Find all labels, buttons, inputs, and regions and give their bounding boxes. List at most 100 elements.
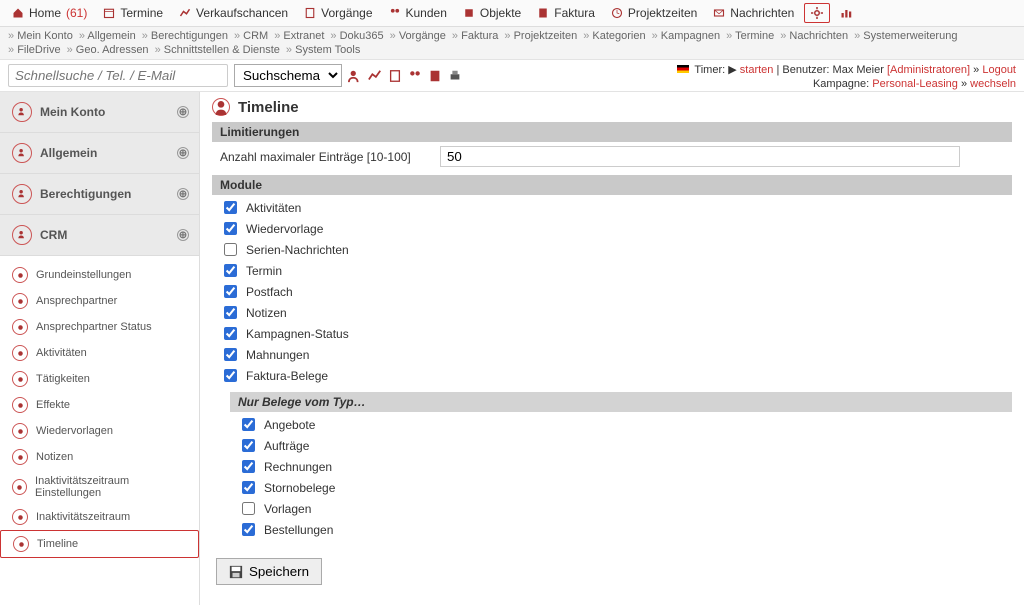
breadcrumb-item[interactable]: FileDrive bbox=[8, 44, 61, 56]
sidebar: Mein Konto⊕Allgemein⊕Berechtigungen⊕CRM⊕… bbox=[0, 92, 200, 605]
sidebar-item-inaktivitätszeitraum-einstellungen[interactable]: Inaktivitätszeitraum Einstellungen bbox=[0, 470, 199, 504]
sidebar-item-wiedervorlagen[interactable]: Wiedervorlagen bbox=[0, 418, 199, 444]
quicksearch-input[interactable] bbox=[8, 64, 228, 87]
beleg-checkbox[interactable] bbox=[242, 418, 255, 431]
beleg-row: Angebote bbox=[238, 414, 1004, 435]
nav-count: (61) bbox=[66, 6, 87, 20]
nav-nachrichten[interactable]: Nachrichten bbox=[707, 3, 800, 23]
beleg-label: Angebote bbox=[264, 418, 315, 432]
main-content: Timeline Limitierungen Anzahl maximaler … bbox=[200, 92, 1024, 605]
nav-verkaufschancen[interactable]: Verkaufschancen bbox=[173, 3, 294, 23]
breadcrumb-item[interactable]: Berechtigungen bbox=[142, 30, 228, 42]
nav-vorgänge[interactable]: Vorgänge bbox=[298, 3, 378, 23]
kampagne-link[interactable]: Personal-Leasing bbox=[872, 78, 958, 90]
beleg-checkbox[interactable] bbox=[242, 481, 255, 494]
doc-icon[interactable] bbox=[428, 69, 442, 83]
module-row: Kampagnen-Status bbox=[220, 323, 1004, 344]
module-checkbox[interactable] bbox=[224, 306, 237, 319]
sidebar-item-effekte[interactable]: Effekte bbox=[0, 392, 199, 418]
save-button[interactable]: Speichern bbox=[216, 558, 322, 585]
breadcrumb-item[interactable]: System Tools bbox=[286, 44, 360, 56]
sidebar-group-berechtigungen[interactable]: Berechtigungen⊕ bbox=[0, 174, 199, 215]
wechseln-link[interactable]: wechseln bbox=[970, 78, 1016, 90]
beleg-row: Bestellungen bbox=[238, 519, 1004, 540]
sidebar-item-tätigkeiten[interactable]: Tätigkeiten bbox=[0, 366, 199, 392]
sidebar-item-aktivitäten[interactable]: Aktivitäten bbox=[0, 340, 199, 366]
dot-icon bbox=[15, 483, 24, 492]
module-checkbox[interactable] bbox=[224, 222, 237, 235]
sidebar-item-label: Ansprechpartner Status bbox=[36, 321, 152, 333]
breadcrumb-item[interactable]: Nachrichten bbox=[780, 30, 848, 42]
sidebar-item-notizen[interactable]: Notizen bbox=[0, 444, 199, 470]
user-add-icon[interactable] bbox=[348, 69, 362, 83]
nav-faktura[interactable]: Faktura bbox=[531, 3, 601, 23]
beleg-row: Vorlagen bbox=[238, 498, 1004, 519]
breadcrumb-item[interactable]: Extranet bbox=[274, 30, 324, 42]
module-checkbox[interactable] bbox=[224, 264, 237, 277]
sidebar-group-label: Mein Konto bbox=[40, 105, 105, 119]
module-label: Postfach bbox=[246, 285, 293, 299]
sidebar-group-crm[interactable]: CRM⊕ bbox=[0, 215, 199, 256]
nav-label: Objekte bbox=[480, 6, 521, 20]
sidebar-group-mein-konto[interactable]: Mein Konto⊕ bbox=[0, 92, 199, 133]
people-icon[interactable] bbox=[408, 69, 422, 83]
nav-label: Verkaufschancen bbox=[196, 6, 288, 20]
module-checkbox[interactable] bbox=[224, 285, 237, 298]
breadcrumb-item[interactable]: Allgemein bbox=[79, 30, 136, 42]
role-link[interactable]: [Administratoren] bbox=[887, 64, 970, 76]
nav-stats-button[interactable] bbox=[834, 4, 858, 22]
beleg-label: Stornobelege bbox=[264, 481, 335, 495]
breadcrumb-item[interactable]: Doku365 bbox=[330, 30, 383, 42]
limit-input[interactable] bbox=[440, 146, 960, 167]
breadcrumb-item[interactable]: CRM bbox=[234, 30, 268, 42]
suchschema-select[interactable]: Suchschema bbox=[234, 64, 342, 87]
print-icon[interactable] bbox=[448, 69, 462, 83]
sidebar-item-inaktivitätszeitraum[interactable]: Inaktivitätszeitraum bbox=[0, 504, 199, 530]
dot-icon bbox=[16, 427, 25, 436]
gear-icon bbox=[811, 7, 823, 19]
sidebar-item-timeline[interactable]: Timeline bbox=[0, 530, 199, 558]
breadcrumb-item[interactable]: Geo. Adressen bbox=[67, 44, 149, 56]
breadcrumb-item[interactable]: Kategorien bbox=[583, 30, 645, 42]
sidebar-item-ansprechpartner-status[interactable]: Ansprechpartner Status bbox=[0, 314, 199, 340]
module-row: Mahnungen bbox=[220, 344, 1004, 365]
module-row: Termin bbox=[220, 260, 1004, 281]
sidebar-group-allgemein[interactable]: Allgemein⊕ bbox=[0, 133, 199, 174]
section-module: Module bbox=[212, 175, 1012, 195]
module-checkbox[interactable] bbox=[224, 243, 237, 256]
module-checkbox[interactable] bbox=[224, 348, 237, 361]
beleg-checkbox[interactable] bbox=[242, 523, 255, 536]
beleg-checkbox[interactable] bbox=[242, 460, 255, 473]
dot-icon bbox=[16, 271, 25, 280]
sidebar-item-grundeinstellungen[interactable]: Grundeinstellungen bbox=[0, 262, 199, 288]
nav-projektzeiten[interactable]: Projektzeiten bbox=[605, 3, 703, 23]
module-checkbox[interactable] bbox=[224, 327, 237, 340]
beleg-checkbox[interactable] bbox=[242, 439, 255, 452]
beleg-checkbox[interactable] bbox=[242, 502, 255, 515]
nav-settings-button[interactable] bbox=[804, 3, 830, 23]
person-icon bbox=[17, 148, 28, 159]
nav-objekte[interactable]: Objekte bbox=[457, 3, 527, 23]
breadcrumb-item[interactable]: Projektzeiten bbox=[504, 30, 577, 42]
nav-label: Vorgänge bbox=[321, 6, 372, 20]
nav-termine[interactable]: Termine bbox=[97, 3, 169, 23]
breadcrumb-item[interactable]: Faktura bbox=[452, 30, 498, 42]
breadcrumb-item[interactable]: Systemerweiterung bbox=[854, 30, 957, 42]
module-checkbox[interactable] bbox=[224, 201, 237, 214]
nav-kunden[interactable]: Kunden bbox=[383, 3, 453, 23]
breadcrumb-item[interactable]: Schnittstellen & Dienste bbox=[155, 44, 280, 56]
breadcrumb-item[interactable]: Kampagnen bbox=[652, 30, 721, 42]
breadcrumb-item[interactable]: Mein Konto bbox=[8, 30, 73, 42]
nav-home[interactable]: Home (61) bbox=[6, 3, 93, 23]
dot-icon bbox=[16, 297, 25, 306]
module-row: Notizen bbox=[220, 302, 1004, 323]
breadcrumb-item[interactable]: Vorgänge bbox=[390, 30, 446, 42]
timer-start-link[interactable]: starten bbox=[740, 64, 774, 76]
module-checkbox[interactable] bbox=[224, 369, 237, 382]
breadcrumb-item[interactable]: Termine bbox=[726, 30, 774, 42]
clipboard-icon[interactable] bbox=[388, 69, 402, 83]
sidebar-item-ansprechpartner[interactable]: Ansprechpartner bbox=[0, 288, 199, 314]
logout-link[interactable]: Logout bbox=[982, 64, 1016, 76]
module-label: Faktura-Belege bbox=[246, 369, 328, 383]
chart-icon[interactable] bbox=[368, 69, 382, 83]
